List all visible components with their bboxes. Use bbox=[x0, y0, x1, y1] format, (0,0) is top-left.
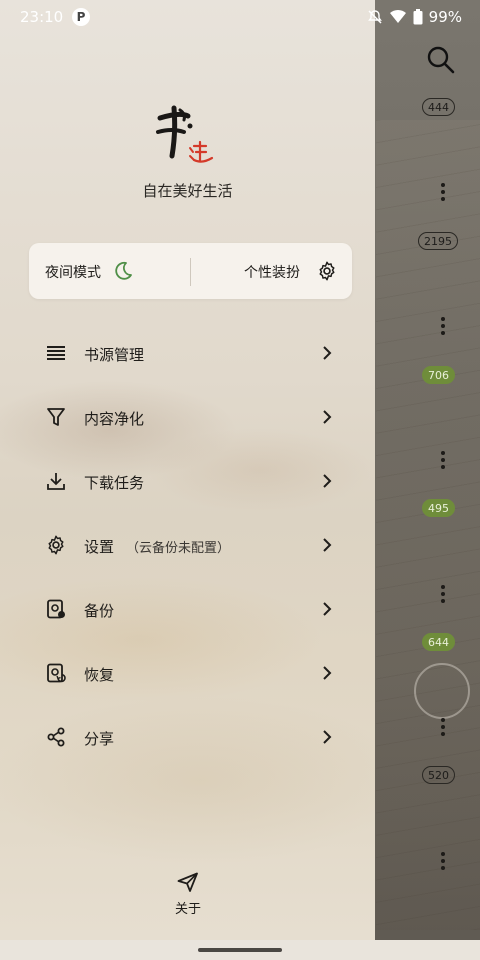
wifi-icon bbox=[389, 9, 406, 23]
filter-icon bbox=[47, 408, 65, 426]
do-not-disturb-icon bbox=[367, 10, 382, 24]
book-count-badge: 520 bbox=[422, 766, 455, 784]
more-icon[interactable] bbox=[440, 852, 446, 872]
menu-item-book-sources[interactable]: 书源管理 bbox=[0, 330, 375, 378]
book-count-badge: 2195 bbox=[418, 232, 458, 250]
menu-item-backup[interactable]: 备份 bbox=[0, 586, 375, 634]
settings-label: 设置 bbox=[84, 538, 115, 556]
menu-item-downloads[interactable]: 下载任务 bbox=[0, 458, 375, 506]
menu-item-label: 备份 bbox=[84, 602, 115, 620]
moon-icon[interactable] bbox=[112, 260, 134, 282]
app-logo bbox=[156, 105, 214, 163]
cloud-backup-status: （云备份未配置） bbox=[126, 541, 231, 556]
backup-icon bbox=[47, 599, 65, 619]
menu-item-restore[interactable]: 恢复 bbox=[0, 650, 375, 698]
gear-icon bbox=[48, 535, 64, 555]
chevron-right-icon bbox=[323, 666, 332, 680]
status-time: 23:10 bbox=[20, 8, 64, 26]
chevron-right-icon bbox=[323, 538, 332, 552]
quick-settings-card: 夜间模式 个性装扮 bbox=[29, 243, 352, 299]
theme-label[interactable]: 个性装扮 bbox=[244, 262, 300, 282]
chevron-right-icon bbox=[323, 730, 332, 744]
card-divider bbox=[190, 258, 191, 286]
night-mode-label[interactable]: 夜间模式 bbox=[45, 262, 101, 282]
app-slogan: 自在美好生活 bbox=[142, 182, 233, 200]
menu-item-label: 书源管理 bbox=[84, 346, 145, 364]
share-icon bbox=[47, 727, 65, 747]
menu-item-label: 下载任务 bbox=[84, 474, 145, 492]
menu-item-share[interactable]: 分享 bbox=[0, 714, 375, 762]
about-label: 关于 bbox=[174, 902, 201, 917]
book-count-badge: 706 bbox=[422, 366, 455, 384]
book-count-badge: 644 bbox=[422, 633, 455, 651]
gear-icon[interactable] bbox=[316, 260, 338, 282]
more-icon[interactable] bbox=[440, 451, 446, 471]
more-icon[interactable] bbox=[440, 317, 446, 337]
about-button[interactable]: 关于 bbox=[160, 870, 216, 920]
home-gesture-handle[interactable] bbox=[198, 948, 282, 952]
list-icon bbox=[47, 346, 65, 360]
navigation-bar bbox=[0, 940, 480, 960]
status-bar: 23:10 P 99% bbox=[0, 0, 480, 34]
download-icon bbox=[47, 473, 65, 490]
menu-item-label: 内容净化 bbox=[84, 410, 145, 428]
stamp-image bbox=[414, 663, 470, 719]
menu-item-label: 设置 （云备份未配置） bbox=[84, 536, 230, 557]
book-count-badge: 444 bbox=[422, 98, 455, 116]
more-icon[interactable] bbox=[440, 718, 446, 738]
navigation-drawer: 自在美好生活 夜间模式 个性装扮 书源管理 内容净化 下载任务 设置 （云备份未… bbox=[0, 0, 375, 940]
restore-icon bbox=[47, 663, 66, 683]
chevron-right-icon bbox=[323, 410, 332, 424]
chevron-right-icon bbox=[323, 602, 332, 616]
chevron-right-icon bbox=[323, 474, 332, 488]
book-count-badge: 495 bbox=[422, 499, 455, 517]
battery-icon bbox=[413, 9, 423, 25]
more-icon[interactable] bbox=[440, 183, 446, 203]
menu-item-label: 恢复 bbox=[84, 666, 115, 684]
search-icon[interactable] bbox=[425, 44, 457, 76]
menu-item-settings[interactable]: 设置 （云备份未配置） bbox=[0, 522, 375, 570]
notification-app-icon: P bbox=[72, 8, 90, 26]
menu-item-label: 分享 bbox=[84, 730, 115, 748]
send-icon bbox=[177, 872, 198, 892]
background-book-list: 444 2195 706 495 644 520 bbox=[376, 0, 480, 960]
chevron-right-icon bbox=[323, 346, 332, 360]
menu-item-content-filter[interactable]: 内容净化 bbox=[0, 394, 375, 442]
battery-percent: 99% bbox=[428, 8, 462, 26]
more-icon[interactable] bbox=[440, 585, 446, 605]
